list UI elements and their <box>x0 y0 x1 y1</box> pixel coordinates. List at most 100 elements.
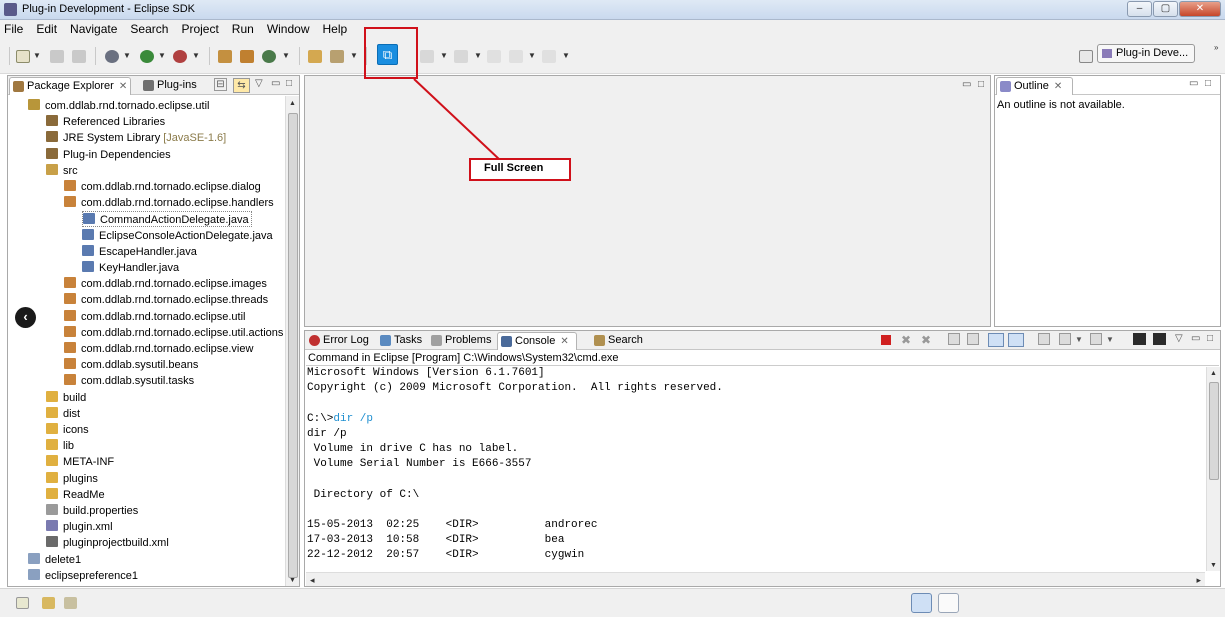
new-java-project-icon[interactable] <box>218 50 232 63</box>
save-icon[interactable] <box>50 50 64 63</box>
tree-item[interactable]: com.ddlab.rnd.tornado.eclipse.handlers <box>64 195 274 211</box>
tab-tasks[interactable]: Tasks <box>377 332 425 350</box>
maximize-view-icon[interactable]: □ <box>1205 78 1211 89</box>
cmd-console-icon[interactable] <box>1133 333 1146 345</box>
tree-item[interactable]: com.ddlab.sysutil.beans <box>64 357 198 373</box>
scroll-right-icon[interactable]: ▸ <box>1196 575 1201 586</box>
chevron-down-icon[interactable]: ▼ <box>562 51 570 60</box>
tab-outline[interactable]: Outline ✕ <box>996 77 1073 95</box>
tree-item[interactable]: META-INF <box>46 454 114 470</box>
tree-item[interactable]: EclipseConsoleActionDelegate.java <box>82 228 273 244</box>
tree-item[interactable]: Referenced Libraries <box>46 114 165 130</box>
show-on-stderr-icon[interactable] <box>1008 333 1024 347</box>
chevron-down-icon[interactable]: ▼ <box>158 51 166 60</box>
tree-item[interactable]: Plug-in Dependencies <box>46 147 171 163</box>
search-icon[interactable] <box>330 50 344 63</box>
tree-item[interactable]: EscapeHandler.java <box>82 244 197 260</box>
tab-package-explorer[interactable]: Package Explorer ✕ <box>9 77 131 95</box>
open-perspective-icon[interactable] <box>1079 50 1093 63</box>
minimize-view-icon[interactable]: ▭ <box>1189 78 1198 89</box>
tab-problems[interactable]: Problems <box>428 332 494 350</box>
tree-item[interactable]: src <box>46 163 78 179</box>
close-icon[interactable]: ✕ <box>119 81 127 92</box>
tree-item[interactable]: com.ddlab.rnd.tornado.eclipse.view <box>64 341 253 357</box>
tree-item[interactable]: JRE System Library [JavaSE-1.6] <box>46 130 226 146</box>
tree-item[interactable]: com.ddlab.rnd.tornado.eclipse.util <box>28 98 209 114</box>
chevron-down-icon[interactable]: ▼ <box>1075 335 1083 344</box>
show-on-stdout-icon[interactable] <box>988 333 1004 347</box>
perspective-switcher[interactable]: Plug-in Deve... <box>1097 44 1195 63</box>
menu-help[interactable]: Help <box>323 22 348 36</box>
minimize-button[interactable]: – <box>1127 1 1152 17</box>
pin-console-icon[interactable] <box>1038 333 1050 345</box>
package-explorer-fast-icon[interactable] <box>42 597 55 609</box>
tab-search[interactable]: Search <box>591 332 647 350</box>
scroll-lock-icon[interactable] <box>967 333 979 345</box>
menu-window[interactable]: Window <box>267 22 310 36</box>
chevron-down-icon[interactable]: ▼ <box>1106 335 1114 344</box>
split-view-icon[interactable] <box>938 593 959 613</box>
tree-item[interactable]: com.ddlab.rnd.tornado.eclipse.threads <box>64 292 268 308</box>
console-vscrollbar[interactable]: ▲ ▼ <box>1206 367 1220 571</box>
tree-item[interactable]: lib <box>46 438 74 454</box>
maximize-view-icon[interactable]: □ <box>1207 333 1213 344</box>
tree-item[interactable]: build.properties <box>46 503 138 519</box>
menu-search[interactable]: Search <box>130 22 168 36</box>
menu-navigate[interactable]: Navigate <box>70 22 117 36</box>
console-hscrollbar[interactable]: ◂ ▸ <box>306 572 1205 586</box>
display-console-icon[interactable] <box>1059 333 1071 345</box>
camera-icon[interactable] <box>911 593 932 613</box>
tree-item[interactable]: plugins <box>46 471 98 487</box>
tree-item[interactable]: KeyHandler.java <box>82 260 179 276</box>
package-explorer-scrollbar[interactable]: ▲ ▼ <box>285 96 299 586</box>
forward-icon[interactable] <box>542 50 556 63</box>
hierarchy-fast-icon[interactable] <box>64 597 77 609</box>
new-class-icon[interactable] <box>262 50 276 63</box>
tree-item[interactable]: com.ddlab.rnd.tornado.eclipse.images <box>64 276 267 292</box>
view-menu-icon[interactable]: ▽ <box>255 78 263 89</box>
menu-file[interactable]: File <box>4 22 23 36</box>
run-icon[interactable] <box>140 50 154 63</box>
tree-item[interactable]: pluginprojectbuild.xml <box>46 535 169 551</box>
maximize-view-icon[interactable]: □ <box>286 78 292 89</box>
chevron-down-icon[interactable]: ▼ <box>474 51 482 60</box>
clear-console-icon[interactable] <box>948 333 960 345</box>
last-edit-location-icon[interactable] <box>487 50 501 63</box>
tree-item[interactable]: ReadMe <box>46 487 105 503</box>
fast-view-icon[interactable] <box>16 597 29 609</box>
more-icon[interactable]: » <box>1214 43 1218 52</box>
tree-item[interactable]: build <box>46 390 86 406</box>
tree-item[interactable]: dist <box>46 406 80 422</box>
tree-item[interactable]: icons <box>46 422 89 438</box>
scroll-up-icon[interactable]: ▲ <box>289 100 296 107</box>
new-icon[interactable] <box>16 50 30 63</box>
tree-item[interactable]: com.ddlab.sysutil.tasks <box>64 373 194 389</box>
minimize-view-icon[interactable]: ▭ <box>1191 333 1200 344</box>
tree-item[interactable]: com.ddlab.rnd.tornado.eclipse.util.actio… <box>64 325 283 341</box>
minimize-view-icon[interactable]: ▭ <box>271 78 280 89</box>
scroll-left-icon[interactable]: ◂ <box>310 575 315 586</box>
previous-annotation-icon[interactable] <box>454 50 468 63</box>
debug-icon[interactable] <box>105 50 119 63</box>
menu-edit[interactable]: Edit <box>36 22 57 36</box>
back-arrow-icon[interactable]: ‹ <box>15 307 36 328</box>
chevron-down-icon[interactable]: ▼ <box>440 51 448 60</box>
chevron-down-icon[interactable]: ▼ <box>350 51 358 60</box>
tree-item[interactable]: plugin.xml <box>46 519 113 535</box>
chevron-down-icon[interactable]: ▼ <box>192 51 200 60</box>
tree-item[interactable]: com.ddlab.rnd.tornado.eclipse.util <box>64 309 245 325</box>
tree-item[interactable]: delete1 <box>28 552 81 568</box>
tree-item[interactable]: CommandActionDelegate.java <box>82 211 252 228</box>
chevron-down-icon[interactable]: ▼ <box>123 51 131 60</box>
scroll-thumb[interactable] <box>288 113 298 578</box>
open-console-icon[interactable] <box>1090 333 1102 345</box>
tab-console[interactable]: Console ✕ <box>497 332 577 350</box>
minimize-editor-icon[interactable]: ▭ <box>962 79 971 90</box>
link-with-editor-icon[interactable]: ⇆ <box>233 78 250 93</box>
menu-run[interactable]: Run <box>232 22 254 36</box>
close-icon[interactable]: ✕ <box>560 336 568 347</box>
scroll-thumb[interactable] <box>1209 382 1219 480</box>
remove-launch-icon[interactable]: ✖ <box>901 333 911 347</box>
external-tools-icon[interactable] <box>173 50 187 63</box>
chevron-down-icon[interactable]: ▼ <box>33 51 41 60</box>
